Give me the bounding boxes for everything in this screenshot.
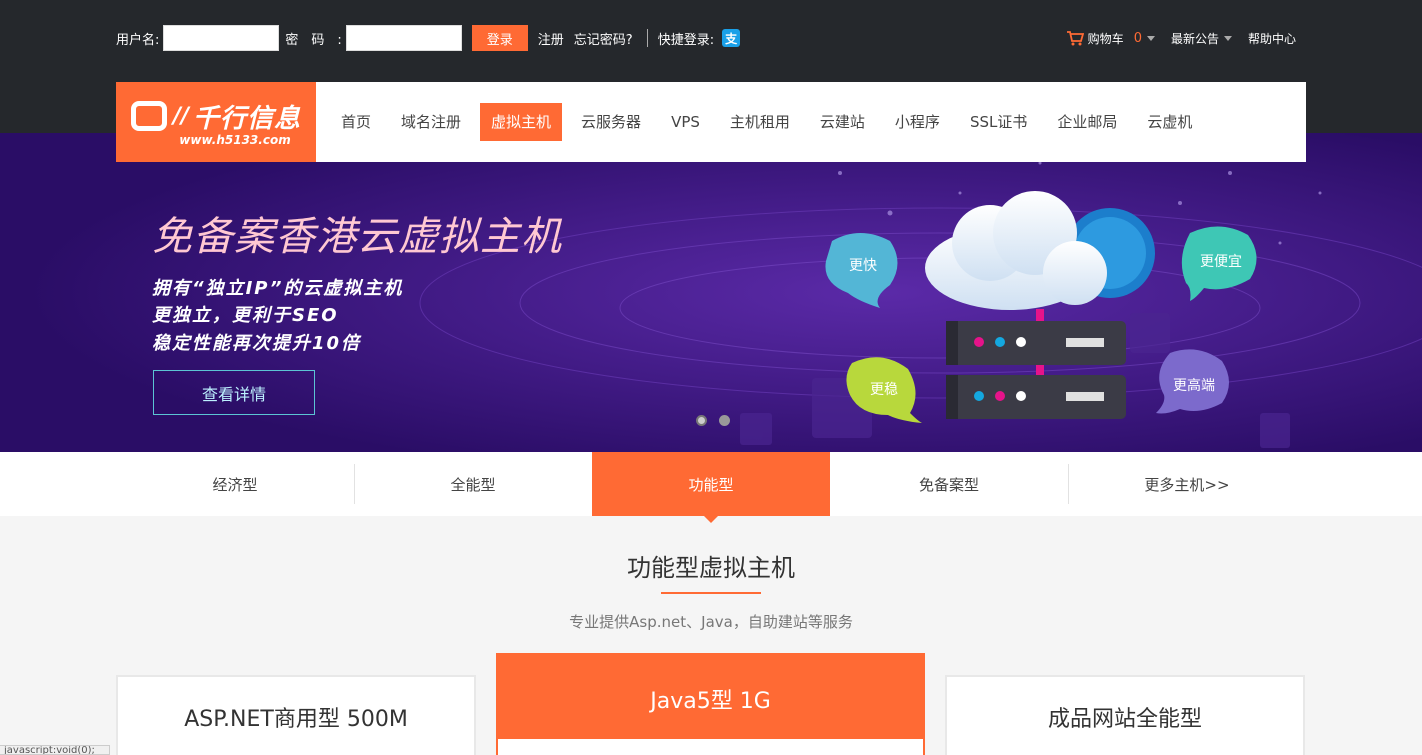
nav-item-vps[interactable]: VPS <box>660 103 711 141</box>
product-card[interactable]: 成品网站全能型 <box>945 675 1305 755</box>
main-nav: // 千行信息 www.h5133.com 首页 域名注册 虚拟主机 云服务器 … <box>116 82 1306 162</box>
forgot-password-link[interactable]: 忘记密码? <box>574 29 633 48</box>
logo-url: www.h5133.com <box>179 132 291 147</box>
nav-item-site-builder[interactable]: 云建站 <box>809 103 876 141</box>
product-card-title: Java5型 1G <box>650 689 771 714</box>
nav-item-home[interactable]: 首页 <box>330 103 382 141</box>
cart-link[interactable]: 购物车 <box>1088 30 1124 47</box>
section-subtitle: 专业提供Asp.net、Java，自助建站等服务 <box>569 613 853 631</box>
password-input[interactable] <box>345 25 462 51</box>
nav-item-mini-program[interactable]: 小程序 <box>884 103 951 141</box>
divider <box>646 29 648 47</box>
section-title: 功能型虚拟主机 <box>627 554 795 582</box>
carousel-dot[interactable] <box>719 415 730 426</box>
bubble-label: 更稳 <box>870 382 898 398</box>
nav-item-domain[interactable]: 域名注册 <box>390 103 472 141</box>
nav-item-hosting[interactable]: 主机租用 <box>719 103 801 141</box>
nav-item-ssl[interactable]: SSL证书 <box>959 103 1038 141</box>
nav-item-mail[interactable]: 企业邮局 <box>1046 103 1128 141</box>
logo[interactable]: // 千行信息 www.h5133.com <box>116 82 316 162</box>
product-card-title: 成品网站全能型 <box>1047 707 1202 732</box>
banner-line: 稳定性能再次提升10倍 <box>152 333 362 354</box>
nav-item-cloud-server[interactable]: 云服务器 <box>570 103 652 141</box>
tab-more-hosts[interactable]: 更多主机>> <box>1068 452 1306 516</box>
top-right-links: 购物车 0 最新公告 帮助中心 <box>1066 26 1296 50</box>
cart-count: 0 <box>1133 30 1142 46</box>
banner-line: 拥有“独立IP”的云虚拟主机 <box>152 278 404 299</box>
tab-no-filing[interactable]: 免备案型 <box>830 452 1068 516</box>
tab-feature[interactable]: 功能型 <box>592 452 830 523</box>
alipay-icon[interactable]: 支 <box>722 29 741 47</box>
notice-link[interactable]: 最新公告 <box>1171 30 1219 47</box>
cart-icon[interactable] <box>1066 30 1084 46</box>
chevron-down-icon[interactable] <box>1223 35 1232 41</box>
bubble-label: 更便宜 <box>1200 254 1242 270</box>
product-card-featured[interactable]: Java5型 1G <box>496 653 925 755</box>
view-details-button[interactable]: 查看详情 <box>153 370 315 415</box>
nav-item-virtual-host[interactable]: 虚拟主机 <box>480 103 563 141</box>
product-card[interactable]: ASP.NET商用型 500M <box>116 675 476 755</box>
register-link[interactable]: 注册 <box>538 29 564 48</box>
host-type-tabs: 经济型 全能型 功能型 免备案型 更多主机>> <box>116 452 1306 523</box>
tab-all-in-one[interactable]: 全能型 <box>354 452 592 516</box>
quick-login-label: 快捷登录: <box>657 32 715 48</box>
help-center-link[interactable]: 帮助中心 <box>1248 30 1296 47</box>
username-input[interactable] <box>163 25 280 51</box>
carousel-dot[interactable] <box>696 415 707 426</box>
bubble-label: 更高端 <box>1173 378 1215 394</box>
carousel-dots <box>696 415 730 426</box>
status-bar: javascript:void(0); <box>0 745 110 755</box>
section-underline <box>661 592 761 594</box>
logo-slashes: // <box>172 103 190 129</box>
nav-item-cloud-vm[interactable]: 云虚机 <box>1136 103 1203 141</box>
logo-q-mark <box>130 101 167 131</box>
nav-items: 首页 域名注册 虚拟主机 云服务器 VPS 主机租用 云建站 小程序 SSL证书… <box>330 103 1211 141</box>
password-label: 密码: <box>285 32 355 48</box>
product-card-body <box>498 739 923 755</box>
banner-line: 更独立，更利于SEO <box>152 305 339 326</box>
login-form: 用户名: 密码: 登录 注册 忘记密码? 快捷登录: 支 <box>116 24 741 52</box>
tab-economy[interactable]: 经济型 <box>116 452 354 516</box>
chevron-down-icon[interactable] <box>1146 35 1155 41</box>
bubble-label: 更快 <box>849 258 877 274</box>
username-label: 用户名: <box>116 32 160 48</box>
product-card-title: ASP.NET商用型 500M <box>184 707 408 732</box>
hero-banner[interactable]: 免备案香港云虚拟主机 拥有“独立IP”的云虚拟主机 更独立，更利于SEO 稳定性… <box>0 133 1422 452</box>
logo-name: 千行信息 <box>193 103 302 134</box>
login-button[interactable]: 登录 <box>471 25 528 51</box>
banner-title: 免备案香港云虚拟主机 <box>152 214 562 260</box>
